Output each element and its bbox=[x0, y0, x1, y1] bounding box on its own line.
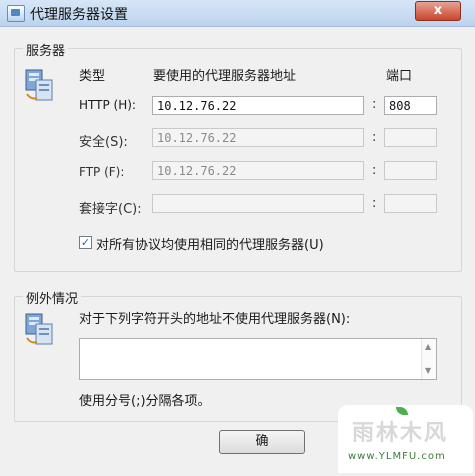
exceptions-textarea[interactable]: ▲ ▼ bbox=[79, 338, 437, 380]
exceptions-hint: 使用分号(;)分隔各项。 bbox=[79, 394, 211, 409]
ftp-port-input[interactable] bbox=[384, 161, 437, 180]
column-port-header: 端口 bbox=[386, 69, 413, 84]
same-proxy-label: 对所有协议均使用相同的代理服务器(U) bbox=[96, 238, 324, 253]
ok-button[interactable]: 确 bbox=[219, 430, 305, 454]
ok-button-label: 确 bbox=[255, 434, 269, 449]
scroll-down-icon[interactable]: ▼ bbox=[425, 366, 431, 375]
leaf-icon bbox=[396, 407, 408, 415]
window-title: 代理服务器设置 bbox=[30, 7, 128, 23]
close-button[interactable]: x bbox=[415, 1, 461, 21]
watermark-name: 雨林木风 bbox=[352, 421, 449, 446]
watermark-url: www.YLMFU.com bbox=[348, 451, 446, 462]
socks-colon: : bbox=[372, 196, 377, 211]
watermark: 雨林木风 www.YLMFU.com bbox=[338, 405, 473, 473]
ftp-address-input[interactable] bbox=[152, 161, 364, 180]
ftp-colon: : bbox=[372, 163, 377, 178]
app-icon bbox=[7, 5, 25, 22]
http-port-input[interactable] bbox=[384, 96, 437, 115]
socks-port-input[interactable] bbox=[384, 194, 437, 213]
socks-label: 套接字(C): bbox=[79, 202, 142, 217]
secure-label: 安全(S): bbox=[79, 135, 128, 150]
ftp-label: FTP (F): bbox=[79, 165, 125, 179]
scroll-up-icon[interactable]: ▲ bbox=[425, 342, 431, 351]
socks-address-input[interactable] bbox=[152, 194, 364, 213]
server-icon bbox=[25, 69, 53, 101]
exceptions-description: 对于下列字符开头的地址不使用代理服务器(N): bbox=[79, 312, 351, 327]
secure-port-input[interactable] bbox=[384, 128, 437, 147]
servers-group-label: 服务器 bbox=[23, 40, 69, 59]
http-label: HTTP (H): bbox=[79, 98, 136, 112]
exceptions-icon bbox=[25, 313, 53, 345]
title-bar: 代理服务器设置 x bbox=[0, 0, 475, 27]
column-address-header: 要使用的代理服务器地址 bbox=[153, 69, 297, 84]
exceptions-group-label: 例外情况 bbox=[23, 288, 82, 307]
column-type-header: 类型 bbox=[79, 69, 106, 84]
http-address-input[interactable] bbox=[152, 96, 364, 115]
same-proxy-checkbox[interactable]: ✓ bbox=[79, 236, 92, 249]
secure-colon: : bbox=[372, 130, 377, 145]
secure-address-input[interactable] bbox=[152, 128, 364, 147]
http-colon: : bbox=[372, 97, 377, 112]
exceptions-scrollbar[interactable]: ▲ ▼ bbox=[421, 339, 436, 379]
